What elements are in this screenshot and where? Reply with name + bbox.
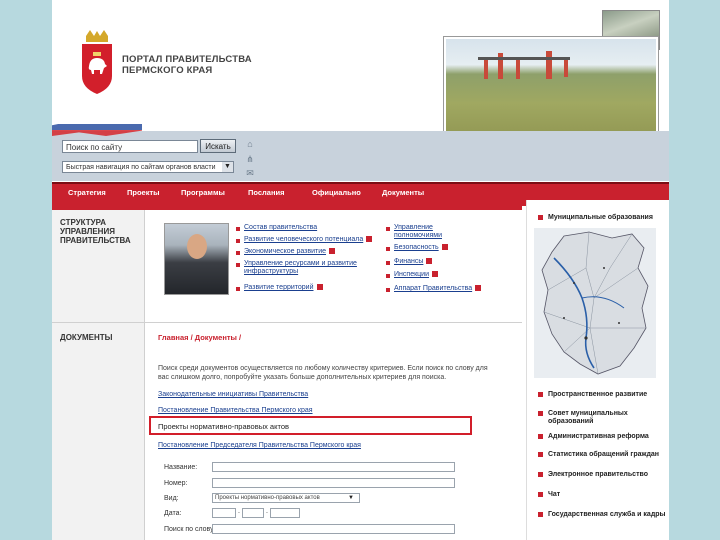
date-day-input[interactable] [212, 508, 236, 518]
structure-link-label: Развитие человеческого потенциала [244, 236, 364, 243]
menu-item-documents[interactable]: Документы [382, 188, 424, 197]
bullet-icon [236, 251, 240, 255]
word-search-label: Поиск по слову: [164, 526, 216, 533]
bullet-icon [538, 512, 543, 517]
bullet-icon [538, 392, 543, 397]
chevron-down-icon[interactable]: ▼ [222, 162, 233, 172]
structure-link[interactable]: Развитие человеческого потенциала [244, 236, 373, 243]
bullet-icon [386, 247, 390, 251]
menu-item-official[interactable]: Официально [312, 188, 361, 197]
bullet-icon [538, 215, 543, 220]
bullet-icon [386, 261, 390, 265]
menu-item-projects[interactable]: Проекты [127, 188, 160, 197]
date-separator: . [238, 508, 240, 515]
doc-category-link[interactable]: Постановление Правительства Пермского кр… [158, 407, 313, 414]
left-column [52, 210, 144, 540]
coat-of-arms-icon [82, 30, 112, 94]
right-link[interactable]: Совет муниципальных образований [548, 410, 648, 426]
bullet-icon [386, 227, 390, 231]
arrow-icon [329, 248, 336, 255]
arrow-icon [426, 258, 433, 265]
doc-category-selected[interactable]: Проекты нормативно-правовых актов [158, 422, 289, 431]
structure-link[interactable]: Финансы [394, 258, 433, 265]
right-link[interactable]: Административная реформа [548, 433, 668, 441]
portal-title-line1: ПОРТАЛ ПРАВИТЕЛЬСТВА [122, 54, 252, 65]
structure-link[interactable]: Аппарат Правительства [394, 285, 482, 292]
search-button[interactable]: Искать [200, 139, 236, 153]
divider [144, 210, 145, 540]
portal-title-line2: ПЕРМСКОГО КРАЯ [122, 65, 213, 76]
right-link[interactable]: Статистика обращений граждан [548, 451, 668, 459]
quick-nav-select[interactable]: Быстрая навигация по сайтам органов влас… [62, 161, 234, 173]
sitemap-icon[interactable]: ⋔ [244, 154, 256, 165]
divider [52, 322, 522, 323]
date-separator: . [266, 508, 268, 515]
structure-link-label: Экономическое развитие [244, 248, 327, 255]
structure-link[interactable]: Развитие территорий [244, 284, 323, 291]
doc-category-link[interactable]: Законодательные инициативы Правительства [158, 391, 308, 398]
arrow-icon [316, 284, 323, 291]
structure-link[interactable]: Управление полномочиями [394, 224, 458, 240]
date-month-input[interactable] [242, 508, 264, 518]
page-frame: ПОРТАЛ ПРАВИТЕЛЬСТВА ПЕРМСКОГО КРАЯ Поис… [52, 0, 669, 540]
menu-item-messages[interactable]: Послания [248, 188, 285, 197]
type-select[interactable]: Проекты нормативно-правовых актов [212, 493, 360, 503]
structure-link-label: Аппарат Правительства [394, 285, 473, 292]
search-band [52, 131, 669, 181]
word-search-input[interactable] [212, 524, 455, 534]
right-link[interactable]: Пространственное развитие [548, 391, 668, 399]
number-label: Номер: [164, 480, 188, 487]
structure-link-label: Безопасность [394, 244, 439, 251]
bullet-icon [236, 227, 240, 231]
structure-link-label: Развитие территорий [244, 284, 314, 291]
mail-icon[interactable]: ✉ [244, 168, 256, 179]
structure-link[interactable]: Состав правительства [244, 224, 317, 231]
bullet-icon [236, 287, 240, 291]
bullet-icon [236, 263, 240, 267]
arrow-icon [431, 271, 438, 278]
bullet-icon [386, 288, 390, 292]
name-input[interactable] [212, 462, 455, 472]
type-label: Вид: [164, 495, 179, 502]
arrow-icon [441, 244, 448, 251]
structure-link-label: Инспекции [394, 271, 429, 278]
bullet-icon [538, 411, 543, 416]
bullet-icon [538, 434, 543, 439]
number-input[interactable] [212, 478, 455, 488]
perm-region-map [534, 228, 656, 378]
bullet-icon [236, 239, 240, 243]
chevron-down-icon[interactable]: ▼ [348, 495, 354, 501]
portal-title: ПОРТАЛ ПРАВИТЕЛЬСТВА ПЕРМСКОГО КРАЯ [122, 54, 272, 76]
bullet-icon [538, 472, 543, 477]
search-notice: Поиск среди документов осуществляется по… [158, 365, 488, 381]
menu-item-strategy[interactable]: Стратегия [68, 188, 106, 197]
arrow-icon [366, 236, 373, 243]
breadcrumb[interactable]: Главная / Документы / [158, 333, 241, 342]
name-label: Название: [164, 464, 198, 471]
bullet-icon [538, 492, 543, 497]
structure-link[interactable]: Безопасность [394, 244, 448, 251]
search-input[interactable]: Поиск по сайту [62, 140, 198, 153]
documents-title: ДОКУМЕНТЫ [60, 333, 113, 342]
date-label: Дата: [164, 510, 182, 517]
right-link[interactable]: Электронное правительство [548, 471, 668, 479]
menu-item-programs[interactable]: Программы [181, 188, 225, 197]
municipal-link[interactable]: Муниципальные образования [548, 214, 668, 222]
doc-category-link[interactable]: Постановление Председателя Правительства… [158, 442, 361, 449]
governor-portrait [164, 223, 229, 295]
home-icon[interactable]: ⌂ [244, 139, 256, 149]
right-link[interactable]: Государственная служба и кадры [548, 511, 668, 519]
arrow-icon [475, 285, 482, 292]
structure-link[interactable]: Экономическое развитие [244, 248, 336, 255]
structure-title: СТРУКТУРА УПРАВЛЕНИЯ ПРАВИТЕЛЬСТВА [60, 218, 131, 245]
bullet-icon [538, 452, 543, 457]
bullet-icon [386, 274, 390, 278]
right-link[interactable]: Чат [548, 491, 668, 499]
structure-link[interactable]: Управление ресурсами и развитие инфрастр… [244, 260, 364, 276]
structure-link[interactable]: Инспекции [394, 271, 438, 278]
date-year-input[interactable] [270, 508, 300, 518]
structure-link-label: Финансы [394, 258, 424, 265]
